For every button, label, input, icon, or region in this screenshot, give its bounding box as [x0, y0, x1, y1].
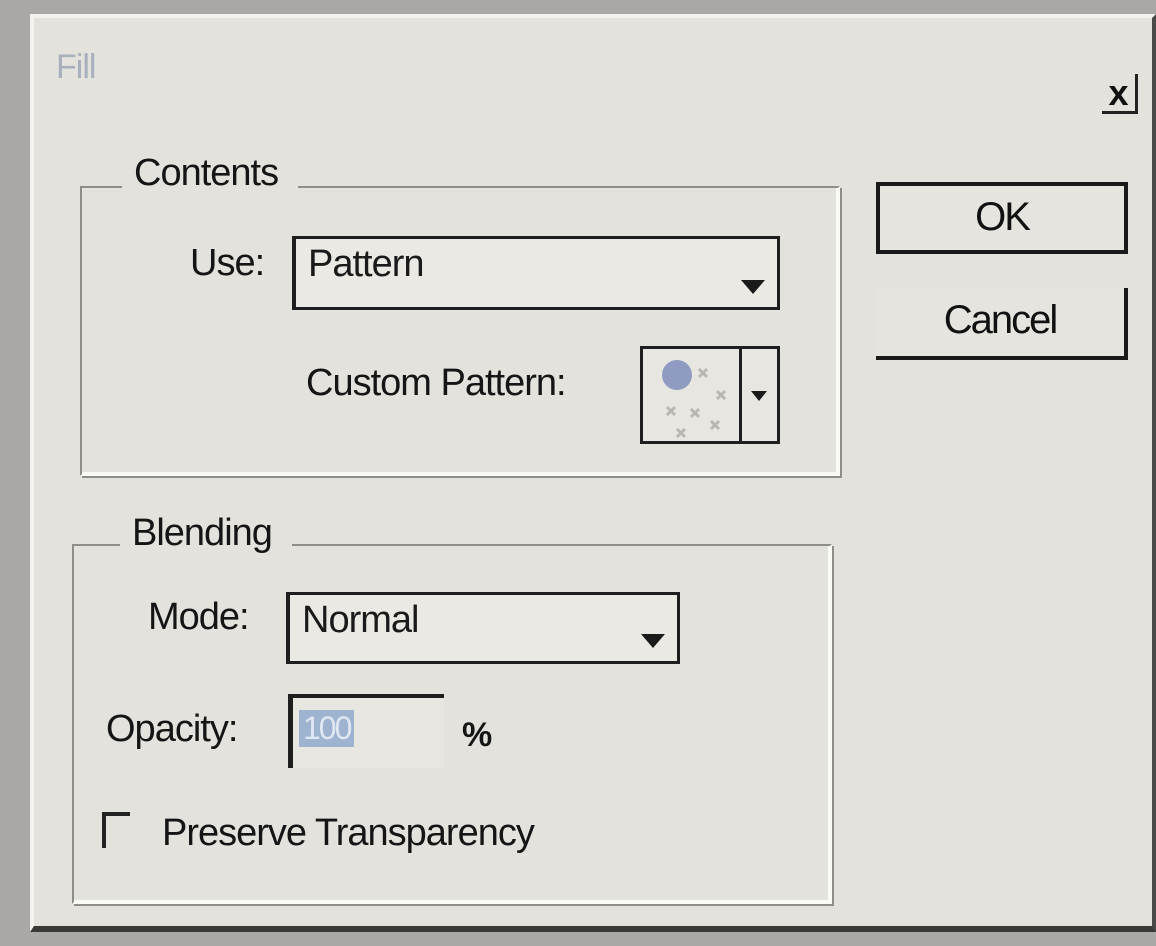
mode-select[interactable]: Normal: [286, 592, 680, 664]
close-icon[interactable]: x: [1102, 74, 1138, 114]
contents-legend: Contents: [122, 152, 299, 195]
use-label: Use:: [190, 242, 265, 284]
opacity-input[interactable]: 100: [288, 694, 444, 768]
pattern-preview-icon: [662, 360, 727, 439]
preserve-transparency-label: Preserve Transparency: [162, 812, 535, 854]
custom-pattern-picker[interactable]: [640, 346, 780, 444]
preserve-transparency-checkbox[interactable]: [102, 812, 130, 848]
fill-dialog: Fill x Contents Use: Pattern Custom Patt…: [30, 14, 1156, 932]
chevron-down-icon[interactable]: [749, 389, 769, 403]
chevron-down-icon: [741, 280, 765, 294]
cancel-button[interactable]: Cancel: [876, 288, 1128, 360]
mode-select-value: Normal: [302, 599, 419, 641]
blending-legend: Blending: [120, 512, 292, 555]
pattern-dropdown-divider: [739, 349, 742, 441]
custom-pattern-label: Custom Pattern:: [306, 362, 567, 404]
opacity-unit: %: [462, 716, 492, 754]
opacity-value: 100: [299, 710, 355, 747]
opacity-label: Opacity:: [106, 708, 238, 750]
mode-label: Mode:: [148, 596, 250, 638]
dialog-title: Fill: [56, 48, 96, 86]
ok-button[interactable]: OK: [876, 182, 1128, 254]
chevron-down-icon: [641, 634, 665, 648]
use-select-value: Pattern: [308, 243, 425, 285]
use-select[interactable]: Pattern: [292, 236, 780, 310]
